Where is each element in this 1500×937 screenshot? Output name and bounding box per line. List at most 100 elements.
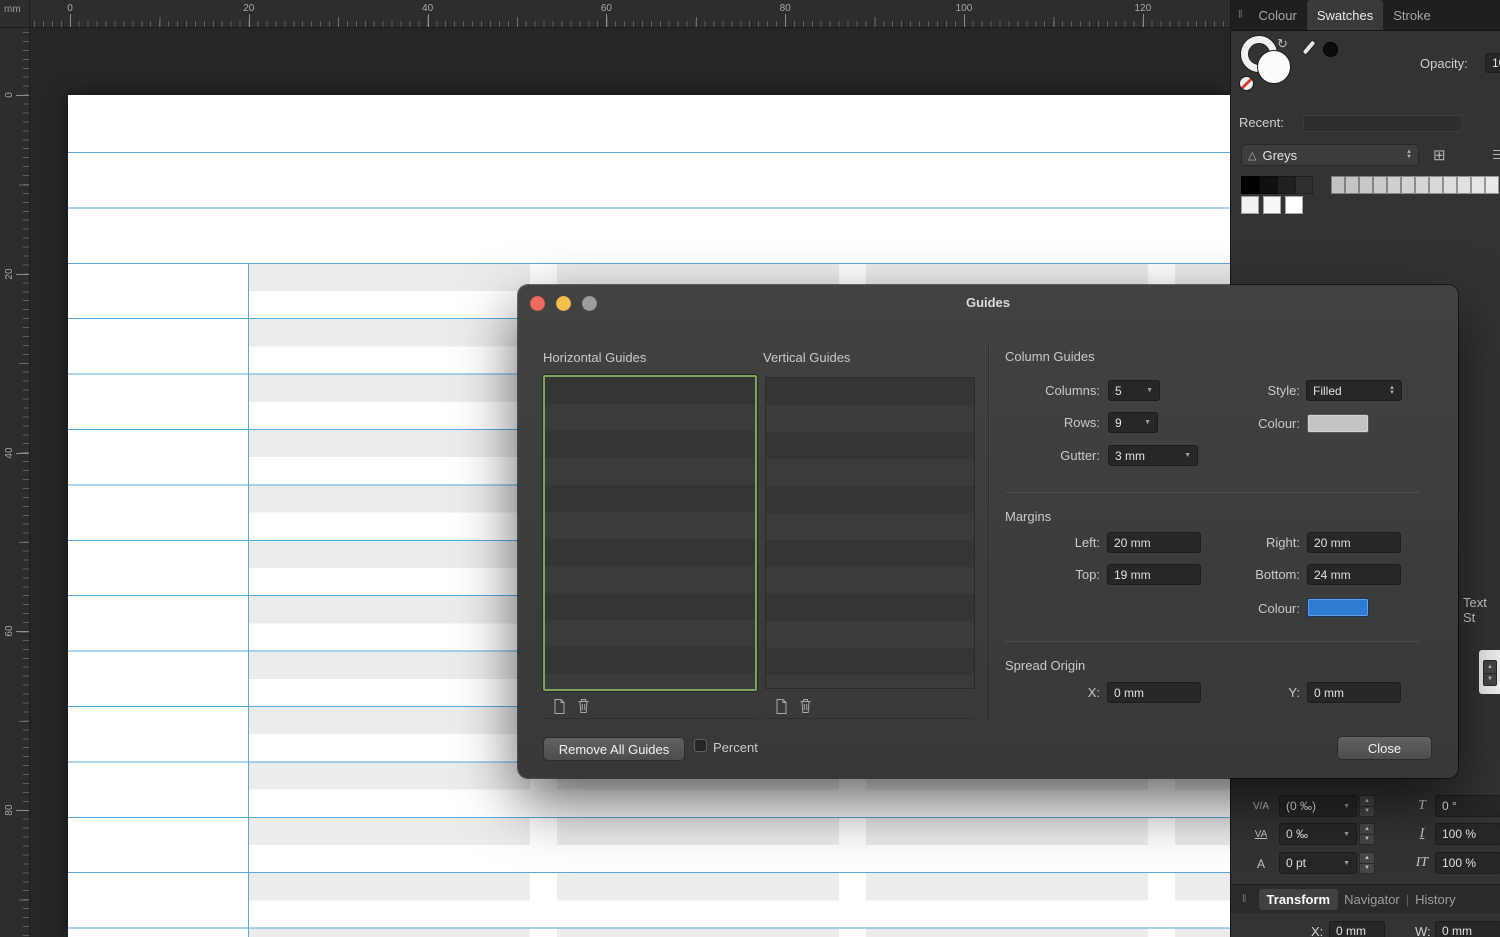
v-ruler-major-tick: 20 bbox=[16, 274, 29, 275]
horizontal-scale-field[interactable]: 100 % bbox=[1435, 852, 1500, 874]
percent-checkbox[interactable] bbox=[694, 739, 707, 752]
swatch[interactable] bbox=[1443, 176, 1457, 194]
percent-label: Percent bbox=[713, 740, 758, 755]
swatch[interactable] bbox=[1387, 176, 1401, 194]
opacity-value: 10 bbox=[1492, 56, 1500, 70]
swatch[interactable] bbox=[1259, 176, 1277, 194]
swatch[interactable] bbox=[1241, 176, 1259, 194]
swatch[interactable] bbox=[1373, 176, 1387, 194]
h-ruler-major-tick: 60 bbox=[606, 14, 607, 27]
swap-colours-icon[interactable]: ↻ bbox=[1277, 36, 1288, 52]
swatch[interactable] bbox=[1263, 196, 1281, 214]
chevron-up-down-icon: ▲▼ bbox=[1389, 386, 1395, 396]
kerning-select[interactable]: (0 ‰) ▼ bbox=[1279, 795, 1357, 817]
swatch[interactable] bbox=[1485, 176, 1499, 194]
style-value: Filled bbox=[1313, 384, 1342, 398]
column-guides-heading: Column Guides bbox=[1005, 349, 1095, 364]
tracking-value: 0 ‰ bbox=[1286, 827, 1308, 841]
tab-history[interactable]: History bbox=[1415, 892, 1455, 907]
h-ruler-major-tick: 120 bbox=[1143, 14, 1144, 27]
section-divider bbox=[1005, 641, 1420, 642]
column-colour-label: Colour: bbox=[1200, 416, 1300, 431]
style-label: Style: bbox=[1200, 383, 1300, 398]
spread-y-field[interactable]: 0 mm bbox=[1307, 682, 1401, 703]
swatch[interactable] bbox=[1277, 176, 1295, 194]
baseline-shift-select[interactable]: 0 pt ▼ bbox=[1279, 852, 1357, 874]
vertical-guides-list[interactable] bbox=[765, 377, 975, 689]
shear-icon: T bbox=[1411, 798, 1433, 814]
delete-horizontal-guide-icon[interactable] bbox=[573, 697, 593, 715]
left-margin-guide bbox=[248, 263, 249, 937]
swatch[interactable] bbox=[1295, 176, 1313, 194]
margin-left-field[interactable]: 20 mm bbox=[1107, 532, 1201, 553]
vertical-ruler[interactable]: 0 20 40 60 80 bbox=[0, 28, 30, 937]
swatch[interactable] bbox=[1331, 176, 1345, 194]
column-colour-swatch[interactable] bbox=[1307, 414, 1369, 433]
horizontal-ruler-medium-ticks bbox=[70, 17, 1230, 27]
tracking-stepper[interactable]: ▲▼ bbox=[1359, 823, 1375, 845]
h-ruler-tick-label: 0 bbox=[50, 3, 90, 14]
add-swatch-grid-icon[interactable]: ⊞ bbox=[1433, 146, 1446, 164]
fill-colour-disc[interactable] bbox=[1257, 50, 1291, 84]
horizontal-guides-list[interactable] bbox=[543, 375, 757, 691]
margin-colour-swatch[interactable] bbox=[1307, 598, 1369, 617]
chevron-down-icon: ▼ bbox=[1339, 860, 1350, 867]
chevron-down-icon: ▼ bbox=[1339, 803, 1350, 810]
v-ruler-tick-label: 40 bbox=[4, 438, 16, 468]
panel-drag-handle[interactable]: ‖ bbox=[1231, 9, 1249, 21]
swatch[interactable] bbox=[1415, 176, 1429, 194]
horizontal-guides-label: Horizontal Guides bbox=[543, 350, 646, 365]
margin-right-field[interactable]: 20 mm bbox=[1307, 532, 1401, 553]
no-colour-icon[interactable] bbox=[1239, 76, 1254, 91]
opacity-field[interactable]: 10 bbox=[1485, 53, 1500, 73]
baseline-shift-stepper[interactable]: ▲▼ bbox=[1359, 852, 1375, 874]
style-select[interactable]: Filled ▲▼ bbox=[1306, 380, 1402, 401]
spread-x-field[interactable]: 0 mm bbox=[1107, 682, 1201, 703]
tab-stroke[interactable]: Stroke bbox=[1383, 0, 1441, 30]
app-window: mm 0 20 40 60 80 100 120 0 20 40 60 80 ‖… bbox=[0, 0, 1500, 937]
add-vertical-guide-icon[interactable] bbox=[771, 697, 791, 715]
palette-select[interactable]: △ Greys ▲▼ bbox=[1241, 144, 1419, 166]
swatch[interactable] bbox=[1457, 176, 1471, 194]
text-styles-panel-label: Text St bbox=[1463, 595, 1500, 625]
swatch[interactable] bbox=[1359, 176, 1373, 194]
tab-transform[interactable]: Transform bbox=[1259, 889, 1339, 910]
swatch[interactable] bbox=[1471, 176, 1485, 194]
margin-top-field[interactable]: 19 mm bbox=[1107, 564, 1201, 585]
margin-bottom-field[interactable]: 24 mm bbox=[1307, 564, 1401, 585]
secondary-colour-dot[interactable] bbox=[1323, 42, 1338, 57]
panel-menu-icon[interactable] bbox=[1493, 150, 1500, 162]
swatch[interactable] bbox=[1401, 176, 1415, 194]
tracking-icon: VA bbox=[1247, 829, 1275, 840]
v-ruler-major-tick: 60 bbox=[16, 631, 29, 632]
tab-colour[interactable]: Colour bbox=[1249, 0, 1307, 30]
delete-vertical-guide-icon[interactable] bbox=[795, 697, 815, 715]
hidden-panel-stepper[interactable]: ▲▼ bbox=[1483, 660, 1497, 686]
h-ruler-tick-label: 80 bbox=[765, 3, 805, 14]
tab-navigator[interactable]: Navigator bbox=[1344, 892, 1400, 907]
rows-select[interactable]: 9 ▼ bbox=[1108, 412, 1158, 433]
close-button[interactable]: Close bbox=[1337, 736, 1432, 760]
remove-all-guides-button[interactable]: Remove All Guides bbox=[543, 737, 685, 761]
panel-drag-handle[interactable]: ‖ bbox=[1235, 893, 1253, 905]
tracking-select[interactable]: 0 ‰ ▼ bbox=[1279, 823, 1357, 845]
h-ruler-tick-label: 20 bbox=[229, 3, 269, 14]
columns-select[interactable]: 5 ▼ bbox=[1108, 380, 1160, 401]
kerning-stepper[interactable]: ▲▼ bbox=[1359, 795, 1375, 817]
transform-x-field[interactable]: 0 mm bbox=[1329, 921, 1385, 937]
horizontal-ruler[interactable]: 0 20 40 60 80 100 120 bbox=[30, 0, 1230, 28]
hidden-panel-field[interactable]: ▲▼ bbox=[1479, 650, 1500, 694]
gutter-select[interactable]: 3 mm ▼ bbox=[1108, 445, 1198, 466]
vertical-scale-field[interactable]: 100 % bbox=[1435, 823, 1500, 845]
eyedropper-icon[interactable] bbox=[1303, 40, 1316, 54]
swatch[interactable] bbox=[1285, 196, 1303, 214]
swatch[interactable] bbox=[1241, 196, 1259, 214]
shear-field[interactable]: 0 ° bbox=[1435, 795, 1500, 817]
add-horizontal-guide-icon[interactable] bbox=[549, 697, 569, 715]
tab-swatches[interactable]: Swatches bbox=[1307, 0, 1383, 30]
transform-w-field[interactable]: 0 mm bbox=[1435, 921, 1500, 937]
swatch[interactable] bbox=[1345, 176, 1359, 194]
swatch[interactable] bbox=[1429, 176, 1443, 194]
list-footer-rule bbox=[765, 718, 975, 719]
recent-colours-strip[interactable] bbox=[1303, 115, 1463, 132]
